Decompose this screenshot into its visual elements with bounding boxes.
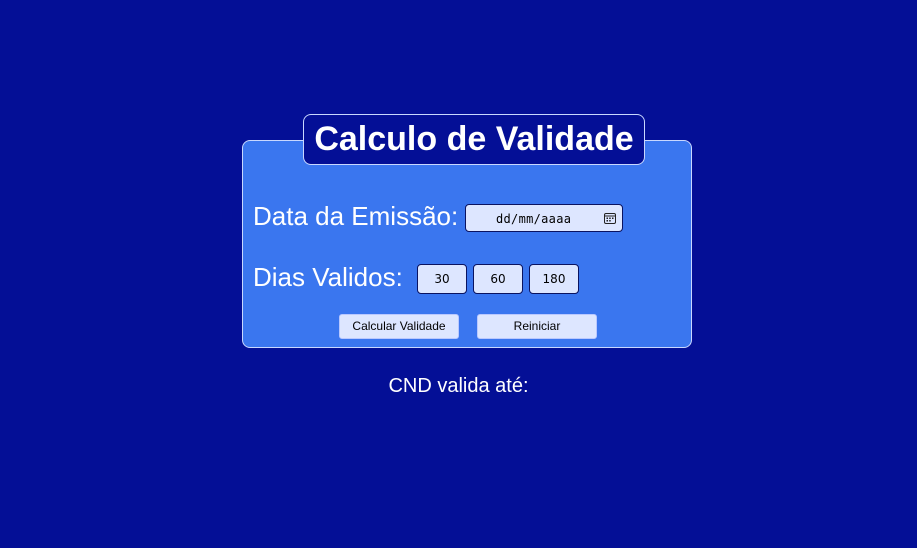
form-title: Calculo de Validade [303, 114, 645, 165]
valid-days-label: Dias Validos: [253, 262, 403, 292]
days-60-button[interactable]: 60 [473, 264, 523, 294]
date-placeholder: dd/mm/aaaa [496, 212, 572, 226]
emission-date-label: Data da Emissão: [253, 201, 459, 231]
result-text: CND valida até: [388, 375, 529, 397]
emission-date-input[interactable]: dd/mm/aaaa [465, 204, 623, 232]
calendar-icon[interactable] [604, 212, 616, 224]
days-180-button[interactable]: 180 [529, 264, 579, 294]
reset-button[interactable]: Reiniciar [477, 314, 597, 339]
page: Calculo de Validade Data da Emissão: dd/… [0, 0, 917, 548]
calculate-validity-button[interactable]: Calcular Validade [339, 314, 459, 339]
validity-form-card [242, 140, 692, 348]
days-30-button[interactable]: 30 [417, 264, 467, 294]
